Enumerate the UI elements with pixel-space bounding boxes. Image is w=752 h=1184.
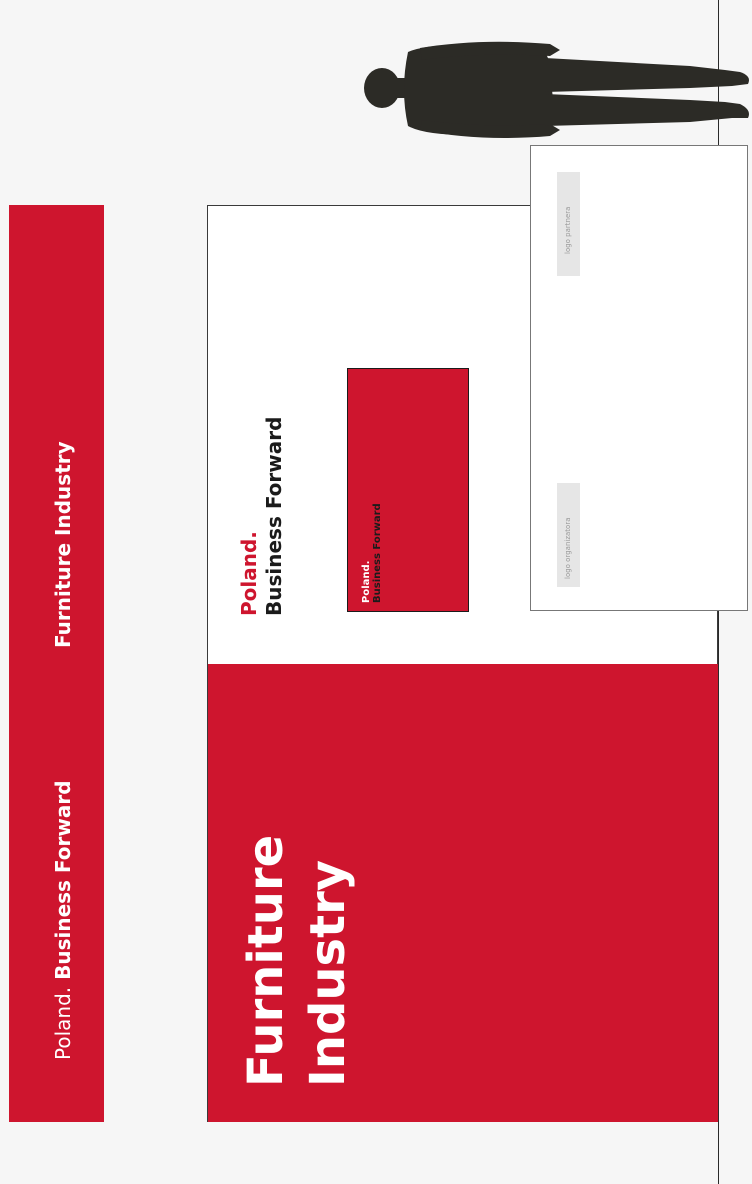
main-brand-poland: Poland. — [237, 531, 261, 616]
main-title-industry: Industry — [300, 859, 356, 1087]
organizer-logo-slot: logo organizatora — [557, 483, 580, 587]
banner-industry: Furniture Industry — [51, 441, 75, 648]
mini-card-poland: Poland. — [361, 560, 372, 603]
banner-tagline: Poland. Business Forward — [51, 780, 75, 1060]
main-title-furniture: Furniture — [238, 834, 294, 1087]
mini-red-card: Poland. Business Forward — [347, 368, 469, 612]
partner-logo-label: logo partnera — [564, 206, 572, 254]
right-logo-board: logo partnera logo organizatora — [530, 145, 748, 611]
banner-brand-suffix: Business Forward — [51, 780, 75, 980]
person-silhouette-icon — [364, 41, 749, 138]
organizer-logo-label: logo organizatora — [564, 517, 572, 580]
main-red-section: Furniture Industry — [208, 664, 718, 1122]
main-brand-business-forward: Business Forward — [262, 416, 286, 616]
mini-card-business-forward: Business Forward — [372, 503, 383, 603]
partner-logo-slot: logo partnera — [557, 172, 580, 276]
banner-brand-prefix: Poland. — [51, 986, 75, 1060]
left-banner: Poland. Business Forward Furniture Indus… — [9, 205, 104, 1122]
